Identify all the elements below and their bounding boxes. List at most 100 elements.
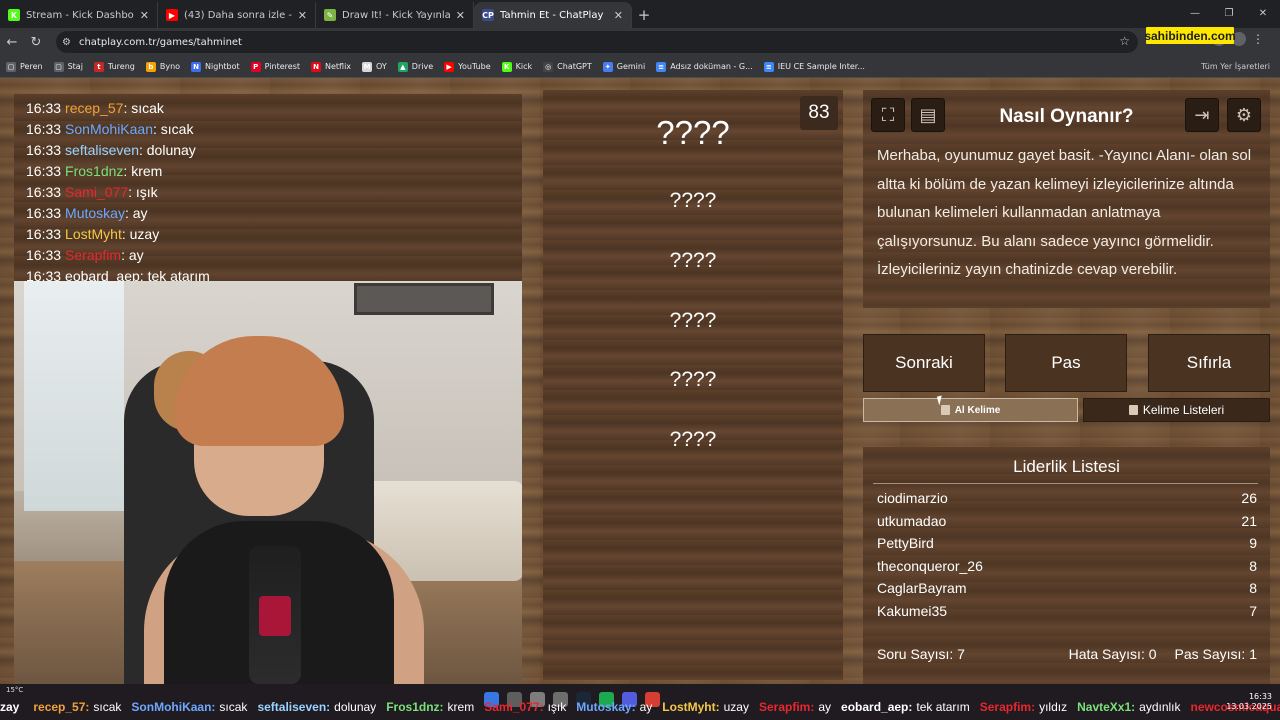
ticker-message: Serapfim: yıldız: [980, 700, 1067, 718]
tab-close-icon[interactable]: ✕: [298, 9, 307, 22]
tab-close-icon[interactable]: ✕: [456, 9, 465, 22]
bookmark-label: Pinterest: [264, 62, 300, 71]
leaderboard-divider: [873, 483, 1258, 484]
chat-message: 16:33 seftaliseven: dolunay: [26, 142, 196, 158]
bookmark-star-icon[interactable]: ☆: [1119, 34, 1130, 48]
reload-icon[interactable]: ↻: [24, 30, 48, 54]
main-word: ????: [656, 114, 730, 151]
browser-tab[interactable]: CP Tahmin Et - ChatPlay ✕: [474, 2, 632, 28]
bookmark-favicon-icon: ✦: [602, 61, 613, 72]
back-icon[interactable]: ←: [0, 30, 24, 54]
ticker-username: Fros1dnz:: [386, 700, 444, 714]
tab-title: Tahmin Et - ChatPlay: [500, 9, 604, 21]
leader-score: 7: [1249, 602, 1257, 619]
tab-close-icon[interactable]: ✕: [140, 9, 149, 22]
pass-button[interactable]: Pas: [1005, 334, 1127, 392]
ticker-message: recep_57: sıcak: [33, 700, 121, 718]
browser-tab[interactable]: K Stream - Kick Dashboard ✕: [0, 2, 158, 28]
bookmark-item[interactable]: ◎ ChatGPT: [543, 61, 592, 72]
forbidden-word: ????: [669, 189, 717, 212]
bookmark-item[interactable]: N Nightbot: [191, 61, 240, 72]
all-bookmarks[interactable]: Tüm Yer İşaretleri: [1201, 62, 1270, 71]
chat-ticker: zay recep_57: sıcak SonMohiKaan: sıcak seftal…: [0, 700, 1280, 718]
system-clock[interactable]: 16:33 13.03.2025: [1226, 692, 1272, 712]
word-lists-label: Kelime Listeleri: [1142, 403, 1225, 417]
chat-username: Serapfim: [65, 247, 122, 263]
bookmark-favicon-icon: N: [311, 61, 321, 72]
bookmark-item[interactable]: ▶ YouTube: [444, 61, 491, 72]
bookmark-favicon-icon: ▲: [397, 61, 408, 72]
minimize-icon[interactable]: —: [1178, 0, 1212, 26]
ticker-username: NavteXx1:: [1077, 700, 1136, 714]
bookmark-favicon-icon: ▶: [444, 61, 455, 72]
chat-username: seftaliseven: [65, 142, 139, 158]
maximize-icon[interactable]: ❐: [1212, 0, 1246, 26]
bookmark-item[interactable]: ≡ Adsız doküman - G...: [656, 61, 753, 72]
leaderboard-row: utkumadao 21: [877, 510, 1257, 533]
reset-button[interactable]: Sıfırla: [1148, 334, 1270, 392]
ticker-message: Serapfim: ay: [759, 700, 831, 718]
bookmark-label: OY: [376, 62, 387, 71]
settings-gear-icon[interactable]: ⚙: [1227, 98, 1261, 132]
chat-time: 16:33: [26, 142, 62, 158]
bookmark-item[interactable]: ✦ Gemini: [602, 61, 646, 72]
site-info-icon[interactable]: ⚙: [62, 37, 71, 48]
ticker-message: zay: [0, 700, 23, 718]
tab-close-icon[interactable]: ✕: [614, 9, 623, 22]
chat-username: SonMohiKaan: [65, 121, 153, 137]
tab-title: Stream - Kick Dashboard: [26, 9, 134, 21]
leader-score: 5: [1249, 623, 1257, 629]
bookmark-item[interactable]: M OY: [362, 61, 387, 72]
ticker-username: Mutoskay:: [576, 700, 636, 714]
leaderboard-panel: Liderlik Listesi ciodimarzio 26 utkumadao 2…: [863, 447, 1270, 684]
list-icon: [1128, 405, 1138, 415]
chat-text: ay: [132, 205, 148, 221]
chat-message: 16:33 Sami_077: ışık: [26, 184, 158, 200]
word-lists-button[interactable]: Kelime Listeleri: [1083, 398, 1270, 422]
sahibinden-logo: sahibinden.com: [1144, 27, 1236, 44]
bookmark-label: ChatGPT: [557, 62, 592, 71]
browser-tab[interactable]: ▶ (43) Daha sonra izle - YouTube ✕: [158, 2, 316, 28]
bookmark-label: Gemini: [616, 62, 646, 71]
bookmark-item[interactable]: ▢ Peren: [6, 61, 43, 72]
menu-kebab-icon[interactable]: ⋮: [1252, 32, 1264, 46]
url-input[interactable]: ⚙ chatplay.com.tr/games/tahminet ☆: [56, 31, 1138, 53]
next-button[interactable]: Sonraki: [863, 334, 985, 392]
bookmark-item[interactable]: b Byno: [145, 61, 180, 72]
ticker-message: Mutoskay: ay: [576, 700, 652, 718]
chat-time: 16:33: [26, 100, 62, 116]
logout-icon[interactable]: ⇥: [1185, 98, 1219, 132]
question-count: Soru Sayısı: 7: [877, 646, 965, 662]
chat-panel: 16:33 recep_57: sıcak 16:33 SonMohiKaan: sı…: [14, 94, 522, 284]
leaderboard-list[interactable]: ciodimarzio 26 utkumadao 21 PettyBird 9 thecon…: [877, 487, 1257, 629]
leader-name: ciodimarzio: [877, 490, 948, 506]
browser-tab[interactable]: ✎ Draw It! - Kick Yayınları İçin Çizi ✕: [316, 2, 474, 28]
ticker-message: seftaliseven: dolunay: [257, 700, 376, 718]
close-window-icon[interactable]: ✕: [1246, 0, 1280, 26]
chat-message: 16:33 recep_57: sıcak: [26, 100, 164, 116]
new-tab-icon[interactable]: +: [632, 2, 656, 28]
bookmark-label: YouTube: [458, 62, 491, 71]
youtube-icon: ▶: [166, 9, 178, 21]
chat-text: ışık: [135, 184, 158, 200]
weather-widget[interactable]: 15°C: [6, 686, 23, 694]
chat-message: 16:33 SonMohiKaan: sıcak: [26, 121, 194, 137]
bookmark-item[interactable]: P Pinterest: [250, 61, 300, 72]
leader-name: theconqueror_26: [877, 557, 983, 574]
bookmark-favicon-icon: ≡: [763, 61, 774, 72]
leaderboard-row: theconqueror_26 8: [877, 555, 1257, 578]
bookmark-item[interactable]: t Tureng: [93, 61, 135, 72]
bookmark-item[interactable]: ▲ Drive: [397, 61, 433, 72]
kick-icon: K: [8, 9, 20, 21]
bookmark-item[interactable]: ▢ Staj: [53, 61, 83, 72]
bookmark-label: Peren: [20, 62, 43, 71]
get-word-button[interactable]: Al Kelime: [863, 398, 1078, 422]
ticker-username: Serapfim:: [758, 700, 815, 714]
bookmark-item[interactable]: N Netflix: [311, 61, 351, 72]
bookmark-favicon-icon: ▢: [53, 61, 64, 72]
ticker-message: NavteXx1: aydınlık: [1077, 700, 1180, 718]
bookmark-item[interactable]: K Kick: [501, 61, 532, 72]
chat-message: 16:33 LostMyht: uzay: [26, 226, 160, 242]
forbidden-word: ????: [669, 428, 717, 451]
bookmark-item[interactable]: ≡ IEU CE Sample Inter...: [763, 61, 865, 72]
